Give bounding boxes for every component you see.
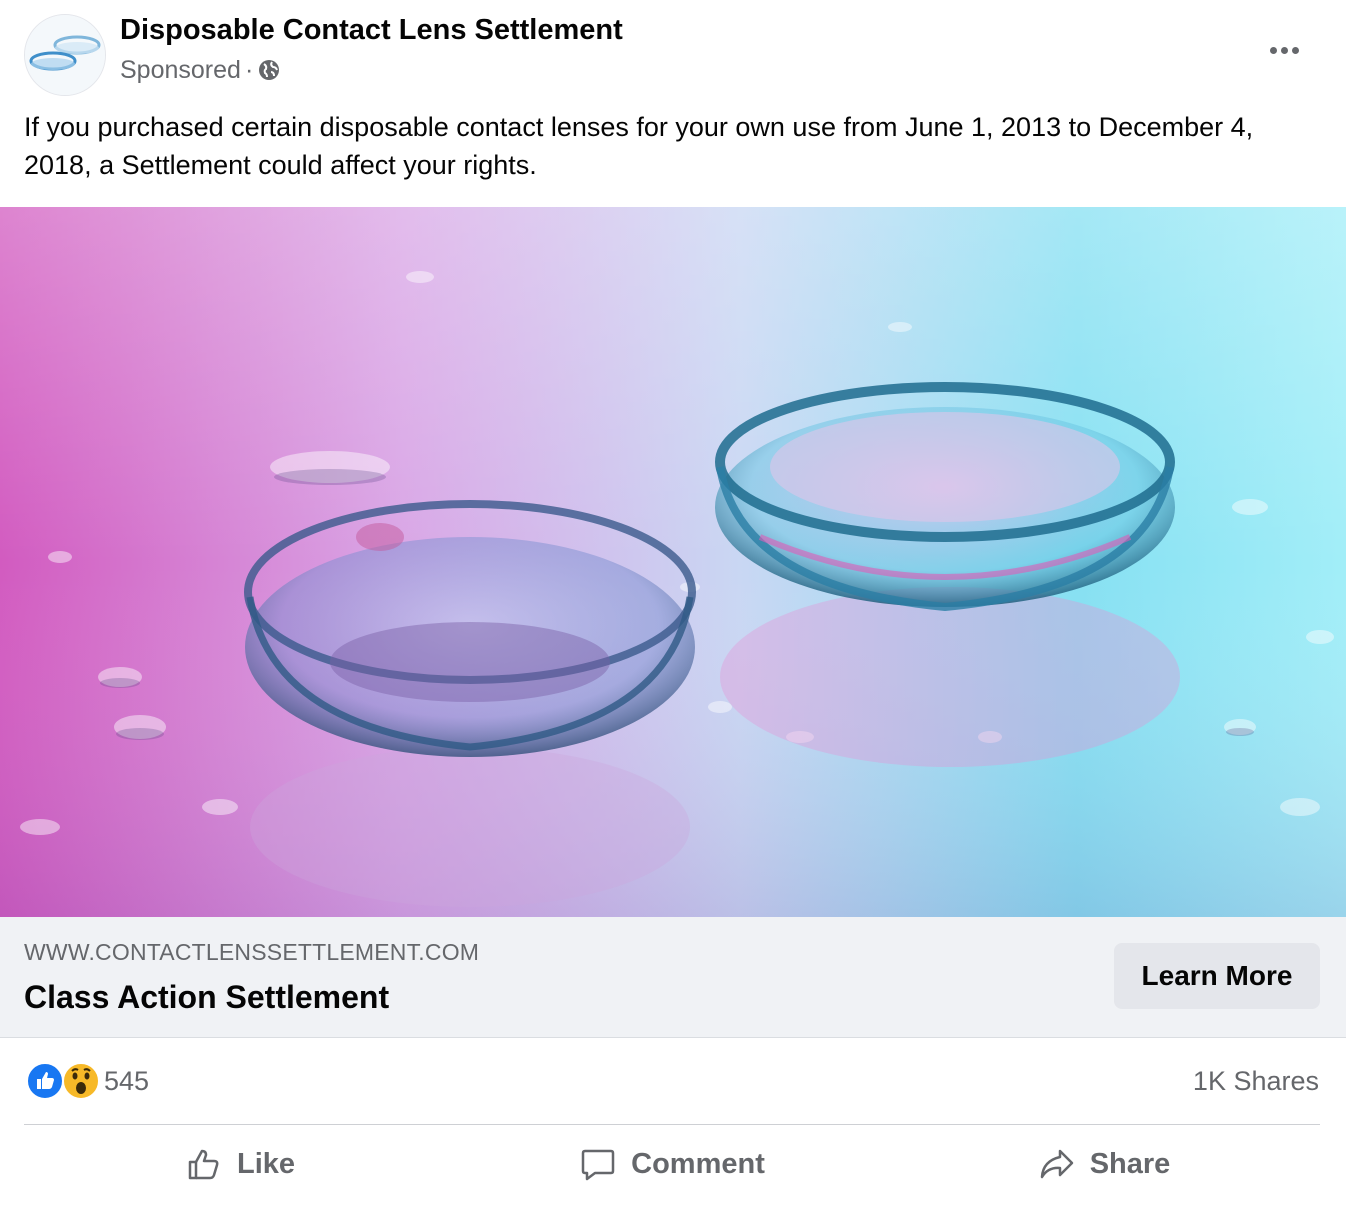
contact-lens-logo-icon [25, 15, 105, 95]
reaction-icons[interactable] [26, 1062, 106, 1102]
ad-image[interactable] [0, 207, 1346, 917]
share-label: Share [1089, 1147, 1171, 1180]
wow-reaction-icon [62, 1062, 100, 1100]
post-body-text: If you purchased certain disposable cont… [24, 112, 1254, 180]
sponsored-post: Disposable Contact Lens Settlement Spons… [0, 0, 1346, 1206]
link-preview[interactable]: WWW.CONTACTLENSSETTLEMENT.COM Class Acti… [0, 917, 1346, 1038]
link-title[interactable]: Class Action Settlement [24, 979, 389, 1016]
thumbs-up-icon [188, 1149, 219, 1180]
more-options-button[interactable] [1254, 28, 1314, 72]
post-actions: Like Comment Share [24, 1130, 1320, 1198]
comment-label: Comment [631, 1147, 765, 1180]
meta-separator: · [244, 55, 254, 84]
like-label: Like [236, 1147, 296, 1180]
page-name[interactable]: Disposable Contact Lens Settlement [120, 14, 623, 47]
learn-more-button[interactable]: Learn More [1114, 943, 1320, 1009]
post-header: Disposable Contact Lens Settlement Spons… [0, 0, 1346, 100]
like-reaction-icon [26, 1062, 64, 1100]
globe-icon [259, 60, 280, 80]
page-avatar[interactable] [24, 14, 106, 96]
shares-count[interactable]: 1K Shares [1193, 1066, 1319, 1097]
more-horizontal-icon [1269, 46, 1277, 54]
comment-button[interactable]: Comment [456, 1130, 888, 1198]
reaction-count[interactable]: 545 [104, 1066, 149, 1097]
share-button[interactable]: Share [888, 1130, 1320, 1198]
share-arrow-icon [1040, 1149, 1073, 1179]
actions-divider [24, 1124, 1320, 1125]
post-meta: Sponsored · [120, 55, 281, 85]
sponsored-label[interactable]: Sponsored [120, 56, 241, 85]
link-url[interactable]: WWW.CONTACTLENSSETTLEMENT.COM [24, 939, 479, 966]
contact-lenses-photo [0, 207, 1346, 917]
comment-icon [581, 1149, 615, 1181]
like-button[interactable]: Like [24, 1130, 456, 1198]
engagement-summary: 545 1K Shares [0, 1040, 1346, 1124]
